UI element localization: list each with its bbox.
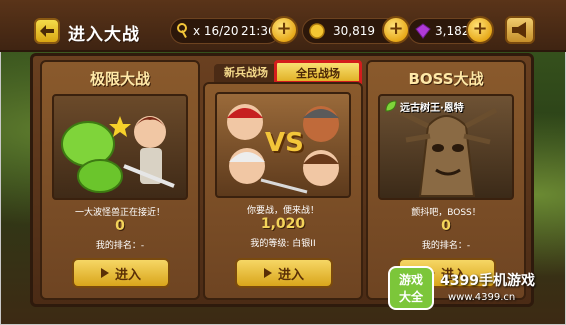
boss-name: 远古树王·恩特	[400, 103, 464, 114]
back-button[interactable]	[34, 18, 60, 44]
my-rank: 我的排名：-	[95, 241, 145, 251]
leaf-icon	[385, 100, 397, 112]
watermark-url: www.4399.cn	[448, 292, 516, 303]
card-extreme-battle: 极限大战 一大波怪兽正在接近！ 0 我的排名：- 进入	[40, 60, 200, 300]
card-count: 0	[441, 218, 451, 234]
tab-all-battle[interactable]: 全民战场	[274, 60, 362, 84]
card-title: BOSS大战	[408, 70, 484, 88]
gems-amount: 3,182	[435, 24, 470, 38]
vs-label: VS	[265, 128, 304, 158]
gold-coin-icon	[309, 23, 325, 39]
card-caption: 颤抖吧，BOSS！	[411, 208, 481, 218]
card-caption: 你要战，便来战！	[246, 206, 319, 216]
card-all-battle: VS 你要战，便来战！ 1,020 我的等级: 白银II 进入	[203, 82, 363, 300]
keys-counter: x 16/20 21:36	[170, 18, 280, 44]
my-level: 我的等级: 白银II	[250, 239, 316, 249]
enter-label: 进入	[114, 267, 141, 283]
gem-icon	[415, 23, 431, 39]
add-keys-button[interactable]: +	[270, 16, 298, 44]
add-gems-button[interactable]: +	[466, 16, 494, 44]
enter-extreme-button[interactable]: 进入	[72, 258, 170, 288]
horn-icon	[512, 22, 526, 38]
keys-count: x 16/20	[193, 24, 239, 38]
enter-label: 进入	[277, 267, 304, 283]
horn-button[interactable]	[505, 16, 535, 44]
card-boss-battle: BOSS大战 远古树王·恩特 颤抖吧，BOSS！ 0 我的排名：- 进入	[366, 60, 526, 300]
card-title: 极限大战	[89, 70, 150, 88]
key-icon	[177, 23, 187, 38]
watermark-badge: 游戏 大全	[388, 266, 434, 310]
my-rank: 我的排名：-	[421, 241, 471, 251]
page-title: 进入大战	[68, 25, 140, 45]
back-arrow-icon	[40, 25, 54, 37]
extreme-battle-art	[52, 94, 188, 200]
add-gold-button[interactable]: +	[382, 16, 410, 44]
watermark-text: 4399手机游戏	[440, 273, 535, 289]
card-count: 1,020	[260, 216, 306, 232]
tab-rookie-battle[interactable]: 新兵战场	[214, 64, 278, 82]
card-count: 0	[115, 218, 125, 234]
pvp-battle-art: VS	[215, 92, 351, 198]
watermark-4399: 游戏 大全 4399手机游戏 www.4399.cn	[388, 266, 558, 310]
watermark-badge-top: 游戏	[398, 273, 423, 287]
play-icon	[100, 268, 109, 278]
watermark-badge-bottom: 大全	[398, 290, 423, 304]
boss-battle-art: 远古树王·恩特	[378, 94, 514, 200]
card-caption: 一大波怪兽正在接近！	[74, 208, 165, 218]
gold-amount: 30,819	[333, 24, 375, 38]
play-icon	[263, 268, 272, 278]
slime-monsters-illustration	[61, 116, 175, 193]
enter-pvp-button[interactable]: 进入	[235, 258, 333, 288]
